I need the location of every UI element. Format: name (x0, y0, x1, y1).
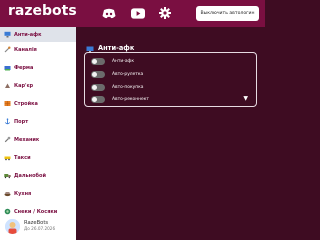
sidebar-item-label: Дальнобой (14, 172, 46, 179)
option-anti-afk: Анти-афк (91, 56, 134, 66)
construction-icon (4, 100, 11, 107)
top-bar: razebots Выключить автологин (0, 0, 265, 27)
sidebar-item-label: Каналія (14, 46, 37, 53)
sidebar-item-ferma[interactable]: Ферма (0, 60, 76, 75)
avatar (5, 219, 20, 234)
truck-icon (4, 172, 11, 179)
sidebar-item-label: Стройка (14, 100, 38, 107)
anchor-icon (4, 118, 11, 125)
option-label: Анти-афк (112, 58, 134, 64)
sidebar-item-label: Кухня (14, 190, 32, 197)
sidebar-item-label: Механик (14, 136, 40, 143)
quarry-icon (4, 82, 11, 89)
toggle-switch[interactable] (91, 70, 105, 78)
kitchen-icon (4, 190, 11, 197)
chevron-down-icon[interactable]: ▼ (243, 95, 248, 102)
sidebar-item-label: Анти-афк (14, 31, 42, 38)
discord-icon[interactable] (102, 7, 116, 19)
youtube-icon[interactable] (131, 7, 145, 19)
sidebar-item-label: Порт (14, 118, 29, 125)
sidebar-item-karier[interactable]: Кар'єр (0, 78, 76, 93)
toggle-switch[interactable] (91, 95, 105, 103)
taxi-icon (4, 154, 11, 161)
toggle-switch[interactable] (91, 83, 105, 91)
option-auto-roulette: Авто-рулетка (91, 69, 143, 79)
monitor-icon (4, 31, 11, 38)
option-label: Авто-покупка (112, 84, 144, 90)
sidebar-item-label: Ферма (14, 64, 34, 71)
sidebar-item-label: Такси (14, 154, 31, 161)
option-label: Авто-рулетка (112, 71, 144, 77)
sidebar-item-mechanic[interactable]: Механик (0, 132, 76, 147)
tools-icon (4, 46, 11, 53)
page-title: Анти-афк (98, 43, 135, 52)
sidebar-item-stroika[interactable]: Стройка (0, 96, 76, 111)
disable-autologin-button[interactable]: Выключить автологин (196, 6, 259, 21)
wrench-icon (4, 136, 11, 143)
app-logo[interactable]: razebots (8, 3, 77, 19)
user-profile[interactable]: RazeBots До 26.07.2026 (0, 213, 76, 240)
option-auto-purchase: Авто-покупка (91, 82, 143, 92)
option-label: Авто-реконнект (112, 96, 149, 102)
option-auto-reconnect: Авто-реконнект (91, 94, 149, 104)
sidebar-item-anti-afk[interactable]: Анти-афк (0, 27, 76, 42)
gear-icon[interactable] (158, 7, 172, 19)
farm-icon (4, 64, 11, 71)
sidebar-item-taxi[interactable]: Такси (0, 150, 76, 165)
sidebar-item-kukhnia[interactable]: Кухня (0, 186, 76, 201)
sidebar: Анти-афк Каналія Ферма Кар'єр Стройка По… (0, 27, 76, 240)
sidebar-item-kanalia[interactable]: Каналія (0, 42, 76, 57)
sidebar-item-dalnoboy[interactable]: Дальнобой (0, 168, 76, 183)
options-panel: Анти-афк Авто-рулетка Авто-покупка Авто-… (84, 52, 257, 107)
subscription-date: До 26.07.2026 (24, 226, 56, 232)
sidebar-item-label: Кар'єр (14, 82, 34, 89)
toggle-switch[interactable] (91, 57, 105, 65)
sidebar-item-port[interactable]: Порт (0, 114, 76, 129)
